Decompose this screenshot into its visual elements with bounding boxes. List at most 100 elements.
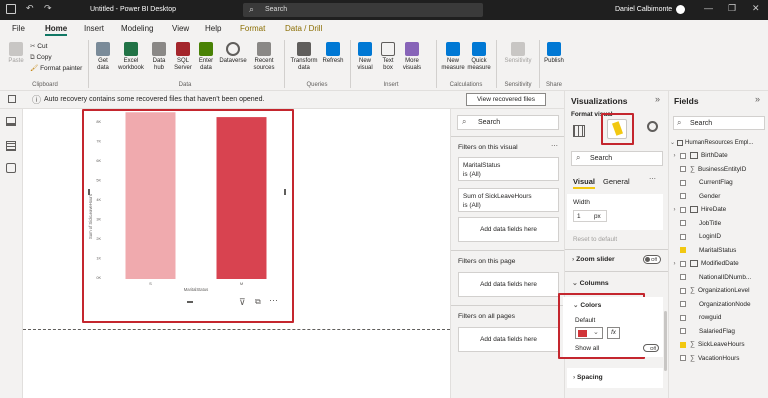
default-color-picker[interactable]: ⌄	[575, 327, 603, 339]
bar-M[interactable]	[216, 117, 267, 279]
add-all-pages-filter-drop[interactable]: Add data fields here	[458, 327, 559, 352]
field-row[interactable]: › BirthDate	[669, 149, 768, 163]
chevron-right-icon[interactable]: ›	[669, 207, 680, 213]
field-checkbox[interactable]	[680, 341, 686, 348]
publish-button[interactable]: Publish	[542, 42, 566, 65]
report-view-icon[interactable]	[6, 117, 16, 126]
tab-file[interactable]: File	[12, 24, 25, 33]
resize-handle[interactable]	[284, 189, 286, 195]
more-options-icon[interactable]: ⋯	[649, 175, 656, 183]
quick-measure-button[interactable]: Quick measure	[466, 42, 492, 72]
copy-button[interactable]: ⧉ Copy	[30, 52, 82, 63]
field-checkbox[interactable]	[680, 220, 686, 227]
field-row[interactable]: › ModifiedDate	[669, 257, 768, 271]
field-checkbox[interactable]	[680, 247, 686, 254]
transform-data-button[interactable]: Transform data	[288, 42, 320, 72]
collapse-pane-icon[interactable]	[8, 95, 16, 103]
field-row[interactable]: Gender	[669, 190, 768, 204]
field-row[interactable]: rowguid	[669, 311, 768, 325]
add-visual-filter-drop[interactable]: Add data fields here	[458, 217, 559, 242]
field-row[interactable]: JobTitle	[669, 217, 768, 231]
enter-data-button[interactable]: Enter data	[196, 42, 216, 72]
field-checkbox[interactable]	[680, 328, 686, 335]
avatar[interactable]	[676, 5, 685, 14]
recent-sources-button[interactable]: Recent sources	[250, 42, 278, 72]
redo-icon[interactable]: ↷	[44, 3, 52, 14]
cut-button[interactable]: ✂ Cut	[30, 41, 82, 52]
field-row[interactable]: › HireDate	[669, 203, 768, 217]
show-all-toggle[interactable]: Off	[643, 344, 659, 352]
more-visuals-button[interactable]: More visuals	[400, 42, 424, 72]
field-row[interactable]: CurrentFlag	[669, 176, 768, 190]
tab-format[interactable]: Format	[240, 24, 265, 33]
build-visual-icon[interactable]	[573, 125, 585, 137]
table-humanresources[interactable]: ⌄ HumanResources Empl...	[669, 136, 768, 150]
columns-section[interactable]: ⌄ Columns	[572, 279, 609, 287]
analytics-icon[interactable]	[647, 121, 658, 132]
save-icon[interactable]	[6, 4, 16, 14]
sql-server-button[interactable]: SQL Server	[172, 42, 194, 72]
field-checkbox[interactable]	[680, 314, 686, 321]
excel-workbook-button[interactable]: Excel workbook	[116, 42, 146, 72]
viz-search[interactable]: ⌕ Search	[571, 151, 663, 166]
filter-card-sickleavehours[interactable]: Sum of SickLeaveHours is (All)	[458, 188, 559, 212]
new-measure-button[interactable]: New measure	[440, 42, 466, 72]
field-row[interactable]: OrganizationNode	[669, 298, 768, 312]
close-icon[interactable]: ✕	[752, 3, 760, 14]
tab-insert[interactable]: Insert	[84, 24, 104, 33]
field-checkbox[interactable]	[680, 287, 686, 294]
width-input[interactable]: 1 px	[573, 210, 607, 222]
field-checkbox[interactable]	[680, 274, 686, 281]
field-checkbox[interactable]	[680, 233, 686, 240]
reset-to-default[interactable]: Reset to default	[573, 236, 617, 243]
zoom-slider-toggle[interactable]: Off	[643, 255, 661, 264]
field-checkbox[interactable]	[680, 179, 686, 186]
table-view-icon[interactable]	[6, 141, 16, 151]
more-options-icon[interactable]: ⋯	[551, 142, 558, 150]
chevron-right-icon[interactable]: ›	[669, 153, 680, 159]
view-recovered-files-button[interactable]: View recovered files	[466, 93, 546, 106]
bar-chart-visual[interactable]: 8K 7K 6K 5K 4K 3K 2K 1K 0K Sum of SickLeaveHours S…	[87, 109, 291, 305]
collapse-icon[interactable]: »	[755, 94, 760, 104]
scrollbar[interactable]	[664, 311, 667, 371]
model-view-icon[interactable]	[6, 163, 16, 173]
new-visual-button[interactable]: New visual	[354, 42, 376, 72]
conditional-format-button[interactable]: fx	[607, 327, 620, 339]
field-checkbox[interactable]	[680, 193, 686, 200]
field-checkbox[interactable]	[680, 260, 686, 267]
field-checkbox[interactable]	[680, 301, 686, 308]
tab-data-drill[interactable]: Data / Drill	[285, 24, 322, 33]
tab-modeling[interactable]: Modeling	[121, 24, 153, 33]
restore-icon[interactable]: ❐	[728, 3, 736, 14]
resize-handle[interactable]	[187, 301, 193, 303]
filters-search[interactable]: ⌕ Search	[457, 115, 559, 130]
filter-card-maritalstatus[interactable]: MaritalStatus is (All)	[458, 157, 559, 181]
tab-view[interactable]: View	[172, 24, 189, 33]
text-box-button[interactable]: Text box	[378, 42, 398, 72]
field-row[interactable]: MaritalStatus	[669, 244, 768, 258]
collapse-icon[interactable]: »	[655, 94, 660, 104]
field-row[interactable]: ∑ BusinessEntityID	[669, 163, 768, 177]
refresh-button[interactable]: Refresh	[320, 42, 346, 65]
fields-search[interactable]: ⌕ Search	[673, 116, 765, 130]
dataverse-button[interactable]: Dataverse	[217, 42, 249, 65]
field-checkbox[interactable]	[680, 206, 686, 213]
tab-general[interactable]: General	[603, 177, 630, 186]
focus-mode-icon[interactable]: ⧉	[255, 297, 261, 307]
user-name[interactable]: Daniel Calbimonte	[615, 6, 672, 13]
get-data-button[interactable]: Get data	[92, 42, 114, 72]
resize-handle[interactable]	[88, 189, 90, 195]
spacing-section[interactable]: › Spacing	[573, 374, 603, 381]
sensitivity-button[interactable]: Sensitivity	[500, 42, 536, 65]
field-checkbox[interactable]	[680, 166, 686, 173]
data-hub-button[interactable]: Data hub	[148, 42, 170, 72]
add-page-filter-drop[interactable]: Add data fields here	[458, 272, 559, 297]
field-row[interactable]: LoginID	[669, 230, 768, 244]
minimize-icon[interactable]: —	[704, 3, 713, 13]
zoom-slider-section[interactable]: › Zoom slider	[572, 256, 615, 263]
field-checkbox[interactable]	[680, 355, 686, 362]
chevron-right-icon[interactable]: ›	[669, 261, 680, 267]
filter-icon[interactable]: ⊽	[239, 297, 246, 308]
field-row[interactable]: SalariedFlag	[669, 325, 768, 339]
field-row[interactable]: ∑ SickLeaveHours	[669, 338, 768, 352]
